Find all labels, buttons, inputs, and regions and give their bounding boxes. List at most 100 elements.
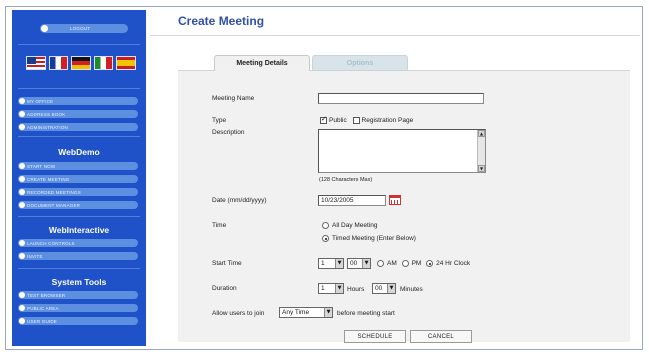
bullet-icon — [41, 25, 48, 32]
sidebar-item-public-area[interactable]: PUBLIC AREA — [18, 304, 138, 312]
24hr-radio[interactable] — [426, 260, 434, 267]
logout-label: LOGOUT — [70, 26, 91, 31]
description-label: Description — [212, 129, 245, 136]
24hr-label: 24 Hr Clock — [436, 260, 471, 268]
sidebar-item-label: PUBLIC AREA — [27, 305, 59, 311]
start-hour-value: 1 — [321, 260, 325, 267]
form-panel — [178, 70, 630, 342]
sidebar-item-label: INVITE — [27, 253, 43, 259]
bullet-icon — [19, 124, 25, 130]
section-title-webinteractive: WebInteractive — [48, 225, 110, 235]
am-label: AM — [387, 260, 397, 268]
italy-flag-icon[interactable] — [93, 56, 114, 70]
duration-hours-select[interactable]: 1 ▼ — [318, 283, 344, 294]
sidebar-item-my-office[interactable]: MY OFFICE — [18, 97, 138, 105]
description-textarea[interactable]: ▲ ▼ — [318, 129, 486, 173]
sidebar-item-recorded-meetings[interactable]: RECORDED MEETINGS — [18, 188, 138, 196]
schedule-button[interactable]: SCHEDULE — [344, 330, 406, 343]
section-title-webdemo: WebDemo — [58, 147, 100, 157]
description-scrollbar[interactable]: ▲ ▼ — [477, 130, 485, 172]
hours-label: Hours — [347, 286, 365, 293]
scroll-up-icon[interactable]: ▲ — [478, 130, 485, 137]
chevron-down-icon[interactable]: ▼ — [335, 259, 343, 268]
pm-label: PM — [411, 260, 422, 268]
sidebar-item-label: MY OFFICE — [27, 98, 54, 104]
divider — [18, 136, 140, 137]
join-suffix-label: before meeting start — [337, 310, 395, 317]
all-day-label: All Day Meeting — [332, 222, 378, 230]
tab-options[interactable]: Options — [312, 55, 408, 71]
public-checkbox[interactable] — [320, 115, 327, 124]
type-options: Public Registration Page — [320, 115, 414, 125]
sidebar-item-create-meeting[interactable]: CREATE MEETING — [18, 175, 138, 183]
start-hour-select[interactable]: 1 ▼ — [318, 258, 344, 269]
bullet-icon — [19, 111, 25, 117]
sidebar-item-administration[interactable]: ADMINISTRATION — [18, 123, 138, 131]
spain-flag-icon[interactable] — [116, 56, 136, 70]
registration-page-label: Registration Page — [361, 117, 414, 125]
pm-radio[interactable] — [401, 260, 409, 267]
timed-meeting-option[interactable]: Timed Meeting (Enter Below) — [322, 235, 416, 242]
chevron-down-icon[interactable]: ▼ — [362, 259, 370, 268]
bullet-icon — [19, 189, 25, 195]
sidebar-item-label: ADDRESS BOOK — [27, 111, 66, 117]
divider — [18, 216, 140, 217]
duration-minutes-value: 00 — [375, 285, 383, 292]
sidebar-item-document-manager[interactable]: DOCUMENT MANAGER — [18, 201, 138, 209]
tab-meeting-details[interactable]: Meeting Details — [214, 55, 310, 71]
public-label: Public — [329, 117, 347, 125]
logout-button[interactable]: LOGOUT — [40, 24, 128, 33]
am-radio[interactable] — [377, 260, 384, 267]
all-day-option[interactable]: All Day Meeting — [322, 222, 378, 229]
chevron-down-icon[interactable]: ▼ — [387, 284, 395, 293]
bullet-icon — [19, 240, 25, 246]
us-flag-icon[interactable] — [26, 56, 46, 70]
type-label: Type — [212, 117, 227, 124]
all-day-radio[interactable] — [322, 222, 329, 229]
date-label: Date (mm/dd/yyyy) — [212, 197, 267, 204]
scroll-down-icon[interactable]: ▼ — [478, 165, 485, 172]
time-label: Time — [212, 222, 227, 229]
sidebar-item-invite[interactable]: INVITE — [18, 252, 138, 260]
meeting-name-input[interactable] — [318, 93, 484, 104]
sidebar-item-address-book[interactable]: ADDRESS BOOK — [18, 110, 138, 118]
bullet-icon — [19, 318, 25, 324]
france-flag-icon[interactable] — [48, 56, 69, 70]
sidebar-item-user-guide[interactable]: USER GUIDE — [18, 317, 138, 325]
bullet-icon — [19, 253, 25, 259]
bullet-icon — [19, 202, 25, 208]
timed-meeting-label: Timed Meeting (Enter Below) — [332, 235, 416, 243]
join-time-value: Any Time — [282, 309, 310, 316]
description-hint: (128 Characters Max) — [319, 177, 373, 183]
cancel-button[interactable]: CANCEL — [410, 330, 472, 343]
sidebar-item-label: DOCUMENT MANAGER — [27, 202, 81, 208]
language-flags — [26, 56, 136, 72]
clock-format-options: AM PM 24 Hr Clock — [377, 260, 470, 267]
start-minute-select[interactable]: 00 ▼ — [347, 258, 371, 269]
germany-flag-icon[interactable] — [71, 56, 91, 70]
chevron-down-icon[interactable]: ▼ — [324, 308, 332, 317]
sidebar-item-launch-controls[interactable]: LAUNCH CONTROLS — [18, 239, 138, 247]
join-prefix-label: Allow users to join — [212, 310, 265, 317]
divider — [18, 88, 140, 89]
start-minute-value: 00 — [350, 260, 358, 267]
chevron-down-icon[interactable]: ▼ — [335, 284, 343, 293]
minutes-label: Minutes — [400, 286, 423, 293]
sidebar-item-label: LAUNCH CONTROLS — [27, 240, 75, 246]
start-time-label: Start Time — [212, 260, 242, 267]
sidebar-item-label: ADMINISTRATION — [27, 124, 68, 130]
sidebar-item-label: RECORDED MEETINGS — [27, 189, 81, 195]
duration-hours-value: 1 — [321, 285, 325, 292]
calendar-icon[interactable] — [389, 195, 401, 205]
timed-meeting-radio[interactable] — [322, 235, 329, 242]
join-time-select[interactable]: Any Time ▼ — [279, 307, 333, 318]
sidebar-item-test-browser[interactable]: TEST BROWSER — [18, 291, 138, 299]
divider — [18, 44, 140, 45]
duration-minutes-select[interactable]: 00 ▼ — [372, 283, 396, 294]
bullet-icon — [19, 292, 25, 298]
sidebar-item-label: CREATE MEETING — [27, 176, 70, 182]
bullet-icon — [19, 163, 25, 169]
registration-page-checkbox[interactable] — [352, 117, 360, 124]
date-input[interactable]: 10/23/2005 — [318, 195, 386, 206]
sidebar-item-start-now[interactable]: START NOW — [18, 162, 138, 170]
